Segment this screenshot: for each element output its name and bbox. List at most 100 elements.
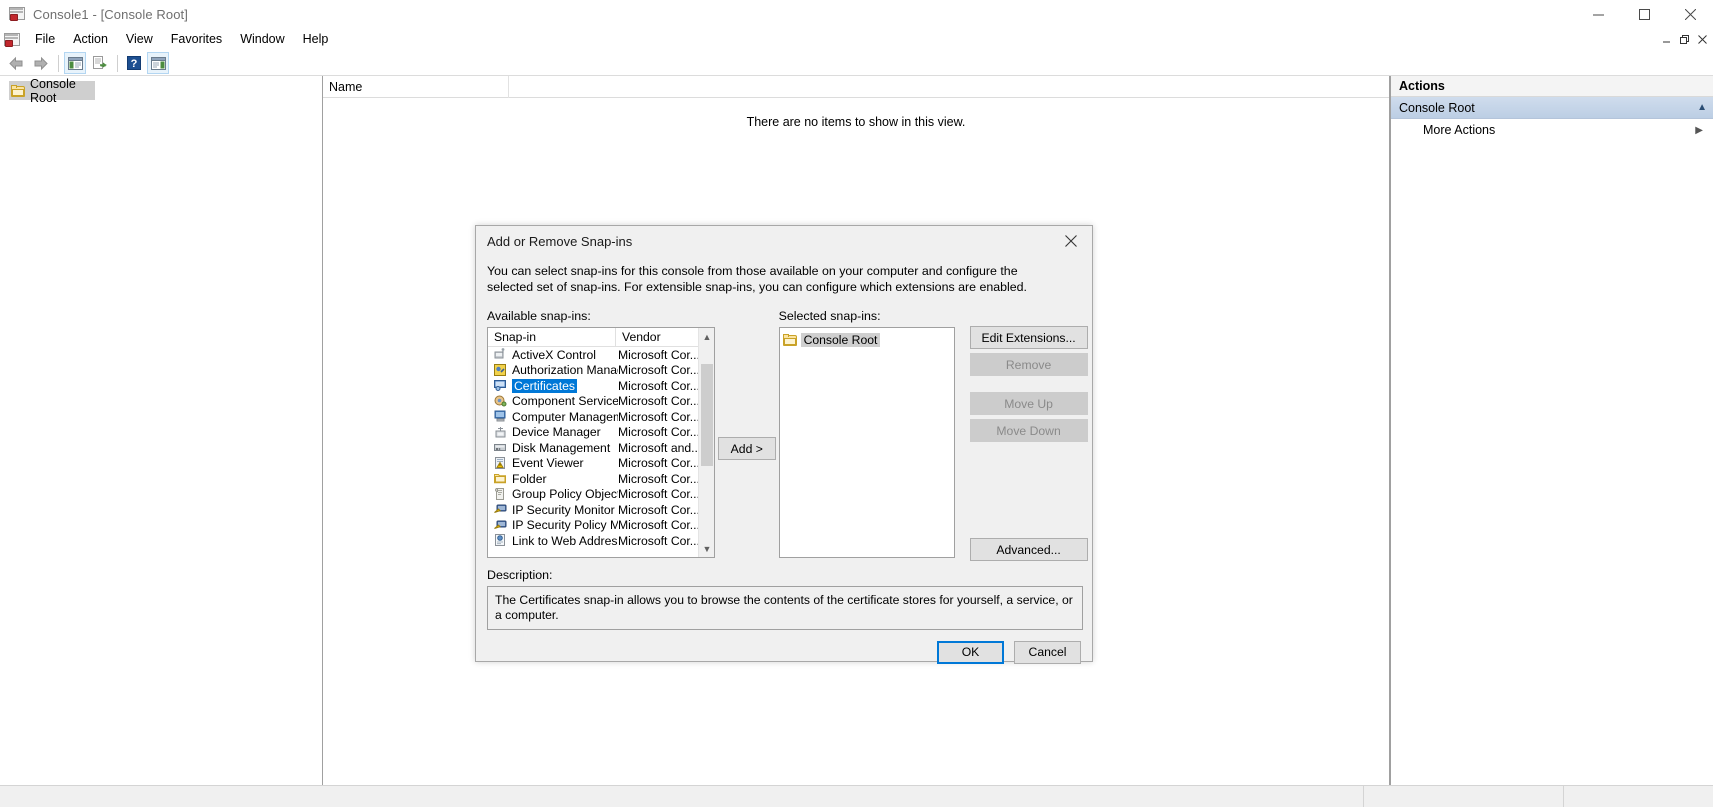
advanced-button[interactable]: Advanced... (969, 538, 1088, 561)
add-button[interactable]: Add > (717, 437, 776, 460)
selected-snapin-name: Console Root (800, 333, 881, 347)
computer-management-icon (494, 410, 508, 423)
list-item-selected[interactable]: Certificates Microsoft Cor... (488, 378, 714, 394)
list-item[interactable]: IP Security Monitor Microsoft Cor... (488, 502, 714, 518)
list-item[interactable]: Event Viewer Microsoft Cor... (488, 456, 714, 472)
menu-file[interactable]: File (26, 30, 64, 50)
back-icon[interactable] (5, 52, 27, 74)
chevron-right-icon: ▶ (1695, 124, 1703, 136)
available-snapins-listbox[interactable]: Snap-in Vendor ActiveX Control Microsoft (487, 327, 715, 558)
mdi-close-button[interactable] (1694, 31, 1711, 48)
available-snapins-label: Available snap-ins: (487, 309, 591, 323)
list-item[interactable]: Device Manager Microsoft Cor... (488, 425, 714, 441)
list-item[interactable]: ActiveX Control Microsoft Cor... (488, 347, 714, 363)
available-list-rows: ActiveX Control Microsoft Cor... Authori… (488, 347, 714, 549)
export-list-icon[interactable] (88, 52, 110, 74)
available-list-header: Snap-in Vendor (488, 328, 714, 347)
title-bar: Console1 - [Console Root] (0, 0, 1713, 29)
selected-snapins-listbox[interactable]: Console Root (778, 327, 955, 558)
system-menu-icon[interactable] (4, 32, 20, 48)
snapin-name: Event Viewer (512, 456, 584, 471)
column-vendor[interactable]: Vendor (616, 328, 700, 346)
actions-item-more-actions[interactable]: More Actions ▶ (1391, 119, 1713, 141)
list-item[interactable]: Component Services Microsoft Cor... (488, 394, 714, 410)
snapin-name: Authorization Manager (512, 363, 618, 378)
scrollbar-thumb[interactable] (701, 364, 713, 466)
show-hide-console-tree-icon[interactable] (64, 52, 86, 74)
cancel-button[interactable]: Cancel (1014, 640, 1081, 664)
dialog-title-bar: Add or Remove Snap-ins (476, 226, 1092, 257)
edit-extensions-button[interactable]: Edit Extensions... (969, 326, 1088, 349)
forward-icon[interactable] (29, 52, 51, 74)
move-down-button[interactable]: Move Down (969, 419, 1088, 442)
folder-icon (494, 472, 508, 485)
scroll-down-arrow-icon[interactable]: ▼ (699, 540, 714, 557)
console-tree-pane: Console Root (0, 76, 323, 785)
snapin-vendor: Microsoft Cor... (618, 347, 700, 362)
actions-group-console-root[interactable]: Console Root ▲ (1391, 97, 1713, 119)
add-remove-snapins-dialog: Add or Remove Snap-ins You can select sn… (475, 225, 1093, 664)
menu-help[interactable]: Help (294, 30, 338, 50)
column-snapin[interactable]: Snap-in (488, 328, 616, 346)
description-label: Description: (487, 568, 553, 582)
list-column-header: Name (323, 75, 1389, 98)
snapin-name: ActiveX Control (512, 347, 596, 362)
snapin-vendor: Microsoft Cor... (618, 363, 700, 378)
actions-pane-header: Actions (1391, 76, 1713, 97)
move-up-button[interactable]: Move Up (969, 392, 1088, 415)
snapin-vendor: Microsoft Cor... (618, 471, 700, 486)
list-item[interactable]: Link to Web Address Microsoft Cor... (488, 533, 714, 549)
column-name[interactable]: Name (323, 75, 509, 98)
tree-item-label: Console Root (30, 76, 76, 105)
snapin-vendor: Microsoft Cor... (618, 502, 700, 517)
folder-icon (782, 334, 797, 346)
group-policy-object-icon (494, 487, 508, 501)
snapin-vendor: Microsoft Cor... (618, 409, 700, 424)
ok-button[interactable]: OK (937, 640, 1004, 664)
toolbar: ? (0, 51, 1713, 76)
list-item[interactable]: Group Policy Object ... Microsoft Cor... (488, 487, 714, 503)
snapin-vendor: Microsoft Cor... (618, 425, 700, 440)
remove-button[interactable]: Remove (969, 353, 1088, 376)
tree-item-console-root[interactable]: Console Root (9, 77, 95, 105)
dialog-footer: OK Cancel (476, 630, 1092, 674)
empty-view-message: There are no items to show in this view. (746, 115, 966, 129)
snapin-vendor: Microsoft Cor... (618, 518, 700, 533)
status-cell-tertiary (1563, 786, 1713, 807)
dialog-body: You can select snap-ins for this console… (476, 257, 1092, 630)
scroll-up-arrow-icon[interactable]: ▲ (699, 328, 714, 345)
ip-security-monitor-icon (494, 503, 508, 516)
menu-view[interactable]: View (117, 30, 162, 50)
actions-group-label: Console Root (1399, 100, 1475, 115)
minimize-button[interactable] (1575, 0, 1621, 29)
folder-icon (11, 84, 25, 97)
close-button[interactable] (1667, 0, 1713, 29)
available-snapins-column: Available snap-ins: Snap-in Vendor Activ… (487, 309, 715, 558)
mdi-restore-button[interactable] (1676, 31, 1693, 48)
menu-action[interactable]: Action (64, 30, 117, 50)
list-item[interactable]: Folder Microsoft Cor... (488, 471, 714, 487)
dialog-close-button[interactable] (1050, 226, 1092, 255)
disk-management-icon (494, 441, 508, 454)
snapin-action-buttons: Edit Extensions... Remove Move Up Move D… (965, 309, 1088, 561)
menu-window[interactable]: Window (231, 30, 293, 50)
list-item[interactable]: Computer Managem... Microsoft Cor... (488, 409, 714, 425)
status-bar (0, 785, 1713, 807)
mdi-minimize-button[interactable] (1658, 31, 1675, 48)
snapin-vendor: Microsoft Cor... (618, 394, 700, 409)
list-item[interactable]: Disk Management Microsoft and... (488, 440, 714, 456)
available-list-scrollbar[interactable]: ▲ ▼ (698, 328, 714, 557)
menu-favorites[interactable]: Favorites (162, 30, 231, 50)
show-hide-action-pane-icon[interactable] (147, 52, 169, 74)
snapin-vendor: Microsoft Cor... (618, 487, 700, 502)
list-item[interactable]: Console Root (782, 332, 954, 348)
maximize-button[interactable] (1621, 0, 1667, 29)
list-item[interactable]: IP Security Policy M... Microsoft Cor... (488, 518, 714, 534)
help-icon[interactable]: ? (123, 52, 145, 74)
device-manager-icon (494, 426, 508, 439)
selected-snapins-column: Selected snap-ins: Console Root (778, 309, 955, 558)
chevron-up-icon[interactable]: ▲ (1697, 102, 1707, 113)
actions-pane: Actions Console Root ▲ More Actions ▶ (1390, 76, 1713, 785)
list-item[interactable]: Authorization Manager Microsoft Cor... (488, 363, 714, 379)
mdi-window-controls (1658, 31, 1711, 48)
